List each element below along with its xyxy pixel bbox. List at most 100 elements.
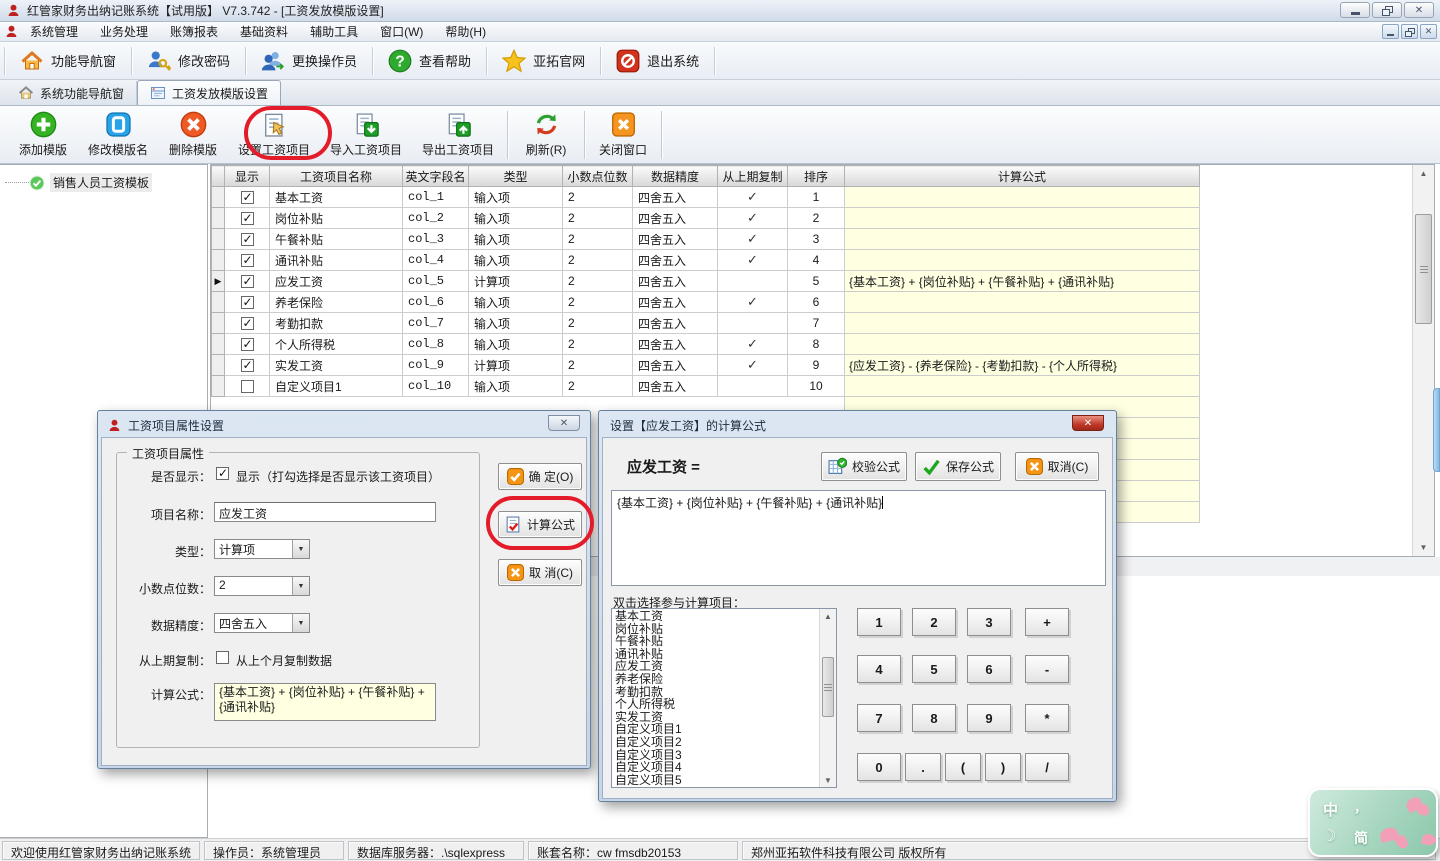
decimals-cell[interactable]: 2 xyxy=(563,313,633,334)
save-formula-button[interactable]: 保存公式 xyxy=(915,452,1001,481)
column-header-5[interactable]: 数据精度 xyxy=(633,166,718,187)
precision-select[interactable]: 四舍五入 ▼ xyxy=(214,613,310,633)
type-cell[interactable]: 输入项 xyxy=(469,229,563,250)
field-name-cell[interactable]: col_10 xyxy=(403,376,469,397)
list-item[interactable]: 养老保险 xyxy=(615,673,818,686)
validate-formula-button[interactable]: 校验公式 xyxy=(821,452,907,481)
scroll-up-icon[interactable]: ▲ xyxy=(1413,165,1434,182)
type-cell[interactable]: 输入项 xyxy=(469,250,563,271)
change-password-button[interactable]: 修改密码 xyxy=(132,45,245,77)
close-button[interactable]: ✕ xyxy=(1404,2,1434,18)
formula-cell[interactable] xyxy=(845,250,1200,271)
add-template-button[interactable]: 添加模版 xyxy=(8,108,78,161)
import-salary-items-button[interactable]: 导入工资项目 xyxy=(320,108,412,161)
table-row[interactable]: 养老保险col_6输入项2四舍五入✓6 xyxy=(212,292,1200,313)
yatuo-website-button[interactable]: 亚拓官网 xyxy=(487,45,600,77)
column-header-7[interactable]: 排序 xyxy=(788,166,845,187)
order-cell[interactable]: 6 xyxy=(788,292,845,313)
list-vertical-scrollbar[interactable]: ▲ ▼ xyxy=(819,609,836,787)
field-name-cell[interactable]: col_9 xyxy=(403,355,469,376)
key-2-button[interactable]: 2 xyxy=(912,608,956,636)
type-cell[interactable]: 计算项 xyxy=(469,271,563,292)
field-name-cell[interactable]: col_5 xyxy=(403,271,469,292)
item-name-input[interactable]: 应发工资 xyxy=(214,502,436,522)
ok-button[interactable]: 确 定(O) xyxy=(498,463,582,490)
formula-cell[interactable] xyxy=(845,229,1200,250)
order-cell[interactable]: 5 xyxy=(788,271,845,292)
scrollbar-thumb[interactable] xyxy=(822,657,834,717)
show-checkbox[interactable] xyxy=(241,212,254,225)
list-item[interactable]: 自定义项目2 xyxy=(615,736,818,749)
show-checkbox[interactable] xyxy=(241,338,254,351)
refresh-button[interactable]: 刷新(R) xyxy=(511,108,581,161)
copy-cell[interactable]: ✓ xyxy=(718,355,788,376)
formula-cell[interactable] xyxy=(845,292,1200,313)
formula-cell[interactable] xyxy=(845,187,1200,208)
item-name-cell[interactable]: 养老保险 xyxy=(270,292,403,313)
decimals-cell[interactable]: 2 xyxy=(563,334,633,355)
show-cell[interactable] xyxy=(225,271,270,292)
grid-vertical-scrollbar[interactable]: ▲ ▼ xyxy=(1412,165,1434,556)
show-checkbox[interactable] xyxy=(241,191,254,204)
order-cell[interactable]: 2 xyxy=(788,208,845,229)
formula-input[interactable]: {基本工资} + {岗位补贴} + {午餐补贴} + {通讯补贴} xyxy=(611,490,1106,586)
type-cell[interactable]: 输入项 xyxy=(469,313,563,334)
show-cell[interactable] xyxy=(225,187,270,208)
table-row[interactable]: 考勤扣款col_7输入项2四舍五入7 xyxy=(212,313,1200,334)
item-name-cell[interactable]: 个人所得税 xyxy=(270,334,403,355)
menu-item-account-reports[interactable]: 账簿报表 xyxy=(159,21,229,42)
menu-item-help[interactable]: 帮助(H) xyxy=(434,21,497,42)
formula-cell[interactable] xyxy=(845,313,1200,334)
formula-cell[interactable] xyxy=(845,334,1200,355)
show-cell[interactable] xyxy=(225,229,270,250)
scroll-down-icon[interactable]: ▼ xyxy=(820,773,836,787)
key-multiply-button[interactable]: * xyxy=(1025,704,1069,732)
decimals-cell[interactable]: 2 xyxy=(563,355,633,376)
field-name-cell[interactable]: col_6 xyxy=(403,292,469,313)
key-0-button[interactable]: 0 xyxy=(857,753,901,781)
key-4-button[interactable]: 4 xyxy=(857,655,901,683)
show-checkbox[interactable] xyxy=(241,296,254,309)
decimals-cell[interactable]: 2 xyxy=(563,250,633,271)
show-checkbox[interactable] xyxy=(241,380,254,393)
ime-language-panel[interactable]: 中 ， ☽ 简 xyxy=(1308,788,1438,857)
show-cell[interactable] xyxy=(225,334,270,355)
switch-operator-button[interactable]: 更换操作员 xyxy=(246,45,372,77)
key-8-button[interactable]: 8 xyxy=(912,704,956,732)
export-salary-items-button[interactable]: 导出工资项目 xyxy=(412,108,504,161)
menu-item-auxiliary-tools[interactable]: 辅助工具 xyxy=(299,21,369,42)
tree-item-sales-salary-template[interactable]: 销售人员工资模板 xyxy=(0,173,207,192)
chevron-down-icon[interactable]: ▼ xyxy=(292,577,309,595)
field-name-cell[interactable]: col_1 xyxy=(403,187,469,208)
dialog-close-button[interactable]: ✕ xyxy=(548,415,580,431)
scroll-down-icon[interactable]: ▼ xyxy=(1413,539,1434,556)
copy-cell[interactable]: ✓ xyxy=(718,208,788,229)
column-header-3[interactable]: 类型 xyxy=(469,166,563,187)
table-row[interactable]: 实发工资col_9计算项2四舍五入✓9{应发工资} - {养老保险} - {考勤… xyxy=(212,355,1200,376)
rename-template-button[interactable]: 修改模版名 xyxy=(78,108,158,161)
formula-cell[interactable] xyxy=(845,376,1200,397)
field-name-cell[interactable]: col_3 xyxy=(403,229,469,250)
order-cell[interactable]: 9 xyxy=(788,355,845,376)
key-3-button[interactable]: 3 xyxy=(967,608,1011,636)
item-name-cell[interactable]: 基本工资 xyxy=(270,187,403,208)
list-item[interactable]: 自定义项目5 xyxy=(615,774,818,787)
show-cell[interactable] xyxy=(225,376,270,397)
formula-cell[interactable] xyxy=(845,208,1200,229)
type-cell[interactable]: 计算项 xyxy=(469,355,563,376)
precision-cell[interactable]: 四舍五入 xyxy=(633,229,718,250)
key-9-button[interactable]: 9 xyxy=(967,704,1011,732)
key-7-button[interactable]: 7 xyxy=(857,704,901,732)
menu-item-base-data[interactable]: 基础资料 xyxy=(229,21,299,42)
decimals-cell[interactable]: 2 xyxy=(563,187,633,208)
type-select[interactable]: 计算项 ▼ xyxy=(214,539,310,559)
type-cell[interactable]: 输入项 xyxy=(469,334,563,355)
show-checkbox[interactable] xyxy=(241,254,254,267)
field-name-cell[interactable]: col_8 xyxy=(403,334,469,355)
item-name-cell[interactable]: 午餐补贴 xyxy=(270,229,403,250)
ime-simplified-indicator[interactable]: 简 xyxy=(1354,828,1368,848)
list-item[interactable]: 基本工资 xyxy=(615,610,818,623)
precision-cell[interactable]: 四舍五入 xyxy=(633,271,718,292)
column-header-2[interactable]: 英文字段名 xyxy=(403,166,469,187)
column-header-0[interactable]: 显示 xyxy=(225,166,270,187)
